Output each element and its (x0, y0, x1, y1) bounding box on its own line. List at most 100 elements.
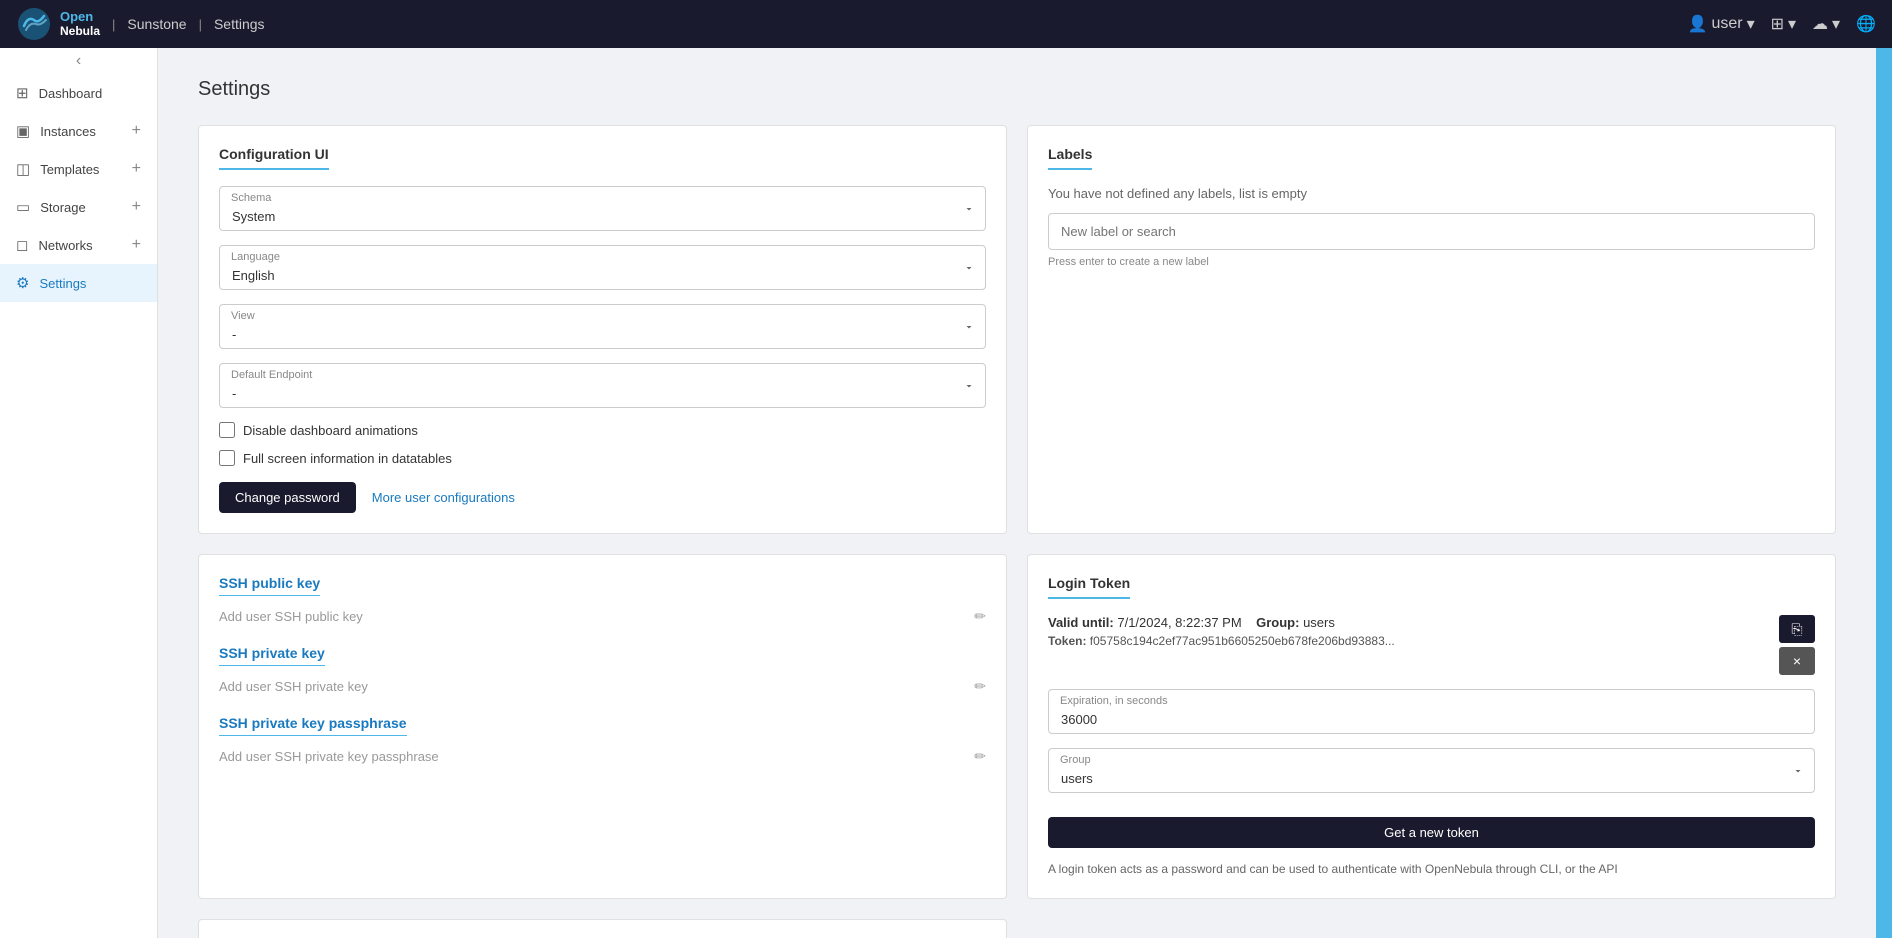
ssh-private-key-row: Add user SSH private key ✏ (219, 674, 986, 699)
fullscreen-checkbox[interactable] (219, 450, 235, 466)
ssh-private-key-title: SSH private key (219, 645, 325, 666)
cloud-chevron-icon: ▾ (1832, 14, 1840, 34)
expiry-group: Expiration, in seconds (1048, 689, 1815, 734)
fullscreen-label[interactable]: Full screen information in datatables (243, 451, 452, 466)
networks-plus-icon[interactable]: + (132, 236, 141, 254)
disable-animations-label[interactable]: Disable dashboard animations (243, 423, 418, 438)
sidebar-item-settings[interactable]: ⚙ Settings (0, 264, 157, 302)
cloud-menu[interactable]: ☁ ▾ (1812, 14, 1840, 34)
networks-icon: ◻ (16, 236, 28, 254)
label-search-input[interactable] (1048, 213, 1815, 250)
user-chevron-icon: ▾ (1747, 14, 1755, 34)
login-token-title: Login Token (1048, 575, 1130, 599)
group-select-group: Group users (1048, 748, 1815, 793)
default-endpoint-group: Default Endpoint - (219, 363, 986, 408)
user-icon: 👤 (1688, 14, 1708, 34)
sidebar-item-networks-label: Networks (38, 238, 92, 253)
schema-group: Schema System Light Dark (219, 186, 986, 231)
grid-icon: ⊞ (1771, 14, 1784, 34)
sidebar-item-networks[interactable]: ◻ Networks + (0, 226, 157, 264)
ssh-public-key-section: SSH public key Add user SSH public key ✏ (219, 575, 986, 629)
token-hash: f05758c194c2ef77ac951b6605250eb678fe206b… (1090, 634, 1395, 648)
copy-icon: ⎘ (1791, 621, 1802, 638)
apps-chevron-icon: ▾ (1788, 14, 1796, 34)
logo: Open Nebula (16, 6, 100, 42)
ssh-private-key-edit-icon[interactable]: ✏ (974, 678, 986, 695)
fullscreen-row: Full screen information in datatables (219, 450, 986, 466)
group-select-label: Group (1060, 754, 1091, 766)
labels-title: Labels (1048, 146, 1092, 170)
delete-token-button[interactable]: × (1779, 647, 1815, 675)
language-select[interactable]: English Spanish French German (219, 245, 986, 290)
token-group-value: users (1303, 615, 1335, 630)
default-endpoint-label: Default Endpoint (231, 369, 312, 381)
disable-animations-row: Disable dashboard animations (219, 422, 986, 438)
cloud-icon: ☁ (1812, 14, 1828, 34)
default-endpoint-select[interactable]: - (219, 363, 986, 408)
ssh-public-key-edit-icon[interactable]: ✏ (974, 608, 986, 625)
ssh-passphrase-row: Add user SSH private key passphrase ✏ (219, 744, 986, 769)
storage-plus-icon[interactable]: + (132, 198, 141, 216)
breadcrumb-sunstone: Sunstone (127, 16, 186, 32)
language-icon[interactable]: 🌐 (1856, 14, 1876, 34)
change-password-button[interactable]: Change password (219, 482, 356, 513)
token-actions: ⎘ × (1779, 615, 1815, 675)
apps-menu[interactable]: ⊞ ▾ (1771, 14, 1796, 34)
user-menu[interactable]: 👤 user ▾ (1688, 14, 1755, 34)
topbar-right: 👤 user ▾ ⊞ ▾ ☁ ▾ 🌐 (1688, 14, 1876, 34)
ssh-public-key-row: Add user SSH public key ✏ (219, 604, 986, 629)
sidebar-item-settings-label: Settings (39, 276, 86, 291)
labels-card: Labels You have not defined any labels, … (1027, 125, 1836, 534)
globe-icon: 🌐 (1856, 14, 1876, 34)
right-panel (1876, 48, 1892, 938)
breadcrumb-page: Settings (214, 16, 265, 32)
token-group-label: Group: (1256, 615, 1299, 630)
schema-label: Schema (231, 192, 271, 204)
more-config-link[interactable]: More user configurations (372, 490, 515, 505)
login-token-card: Login Token Valid until: 7/1/2024, 8:22:… (1027, 554, 1836, 899)
cards-grid: Configuration UI Schema System Light Dar… (198, 125, 1836, 938)
ssh-public-key-title: SSH public key (219, 575, 320, 596)
instances-icon: ▣ (16, 122, 30, 140)
token-details: Valid until: 7/1/2024, 8:22:37 PM Group:… (1048, 615, 1769, 648)
topbar: Open Nebula | Sunstone | Settings 👤 user… (0, 0, 1892, 48)
config-ui-card: Configuration UI Schema System Light Dar… (198, 125, 1007, 534)
ssh-keys-card: SSH public key Add user SSH public key ✏… (198, 554, 1007, 899)
ssh-passphrase-placeholder: Add user SSH private key passphrase (219, 749, 439, 764)
label-hint: Press enter to create a new label (1048, 256, 1815, 268)
labels-empty-message: You have not defined any labels, list is… (1048, 186, 1815, 201)
token-row: Valid until: 7/1/2024, 8:22:37 PM Group:… (1048, 615, 1815, 675)
sidebar-item-storage-label: Storage (40, 200, 86, 215)
ssh-private-key-placeholder: Add user SSH private key (219, 679, 368, 694)
group-select[interactable]: users (1048, 748, 1815, 793)
sidebar-item-templates[interactable]: ◫ Templates + (0, 150, 157, 188)
instances-plus-icon[interactable]: + (132, 122, 141, 140)
token-valid-until: Valid until: 7/1/2024, 8:22:37 PM Group:… (1048, 615, 1769, 630)
sidebar-item-dashboard-label: Dashboard (39, 86, 103, 101)
logo-line2: Nebula (60, 25, 100, 38)
ssh-passphrase-section: SSH private key passphrase Add user SSH … (219, 715, 986, 769)
language-label: Language (231, 251, 280, 263)
schema-select[interactable]: System Light Dark (219, 186, 986, 231)
logo-line1: Open (60, 10, 100, 24)
disable-animations-checkbox[interactable] (219, 422, 235, 438)
main-content: Settings Configuration UI Schema System … (158, 48, 1876, 938)
settings-icon: ⚙ (16, 274, 29, 292)
sidebar-item-storage[interactable]: ▭ Storage + (0, 188, 157, 226)
view-select[interactable]: - (219, 304, 986, 349)
token-value: Token: f05758c194c2ef77ac951b6605250eb67… (1048, 634, 1769, 648)
ssh-passphrase-edit-icon[interactable]: ✏ (974, 748, 986, 765)
view-group: View - (219, 304, 986, 349)
topbar-left: Open Nebula | Sunstone | Settings (16, 6, 265, 42)
copy-token-button[interactable]: ⎘ (1779, 615, 1815, 643)
ssh-public-key-placeholder: Add user SSH public key (219, 609, 363, 624)
expiry-label: Expiration, in seconds (1060, 695, 1168, 707)
sidebar-item-instances[interactable]: ▣ Instances + (0, 112, 157, 150)
config-ui-title: Configuration UI (219, 146, 329, 170)
get-token-button[interactable]: Get a new token (1048, 817, 1815, 848)
sidebar-item-dashboard[interactable]: ⊞ Dashboard (0, 74, 157, 112)
sidebar-collapse-button[interactable]: ‹ (0, 48, 157, 74)
token-info: Valid until: 7/1/2024, 8:22:37 PM Group:… (1048, 615, 1815, 675)
token-valid-label: Valid until: (1048, 615, 1114, 630)
templates-plus-icon[interactable]: + (132, 160, 141, 178)
